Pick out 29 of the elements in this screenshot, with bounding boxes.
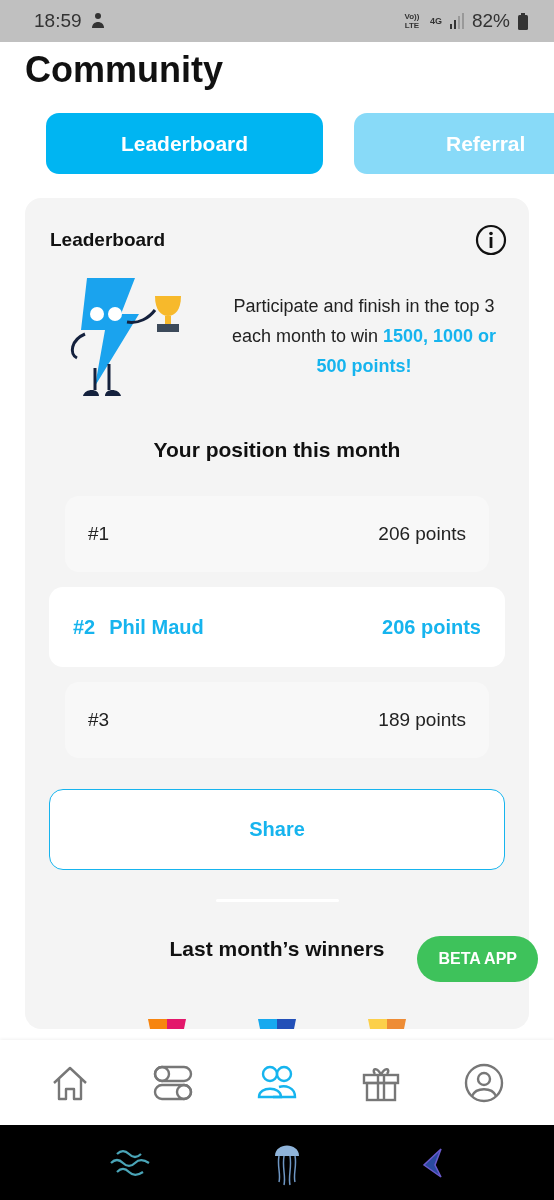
page-title: Community xyxy=(25,48,224,92)
beta-badge[interactable]: BETA APP xyxy=(417,936,538,982)
network-indicator: 4G xyxy=(429,16,442,26)
section-heading: Your position this month xyxy=(153,438,401,462)
tab[interactable]: Referral xyxy=(354,113,554,174)
ribbon-icon xyxy=(368,1019,406,1029)
rank: #2 xyxy=(73,615,96,639)
rank: #3 xyxy=(88,709,110,731)
clock: 18:59 xyxy=(34,10,82,32)
tab[interactable]: Leaderboard xyxy=(46,113,323,174)
notification-icon xyxy=(89,12,106,30)
points: 206 points xyxy=(382,615,481,639)
volte-indicator: Vo)) LTE xyxy=(403,12,421,30)
card-title: Leaderboard xyxy=(50,229,166,251)
points: 189 points xyxy=(378,709,466,731)
promo-text: Participate and finish in the top 3 each month to win 1500, 1000 or 500 points! xyxy=(230,295,498,378)
ribbon-icon xyxy=(148,1019,186,1029)
profile-icon[interactable] xyxy=(464,1062,505,1103)
points: 206 points xyxy=(378,523,466,545)
share-button[interactable]: Share xyxy=(49,789,505,870)
battery-level: 82% xyxy=(471,10,510,32)
signal-icon xyxy=(449,13,464,29)
back-icon[interactable] xyxy=(420,1146,445,1179)
battery-icon xyxy=(518,12,528,30)
info-icon[interactable] xyxy=(475,224,507,256)
player-name: Phil Maud xyxy=(109,615,205,639)
section-heading: Last month’s winners xyxy=(169,937,385,961)
ribbon-icon xyxy=(258,1019,296,1029)
rank: #1 xyxy=(88,523,110,545)
